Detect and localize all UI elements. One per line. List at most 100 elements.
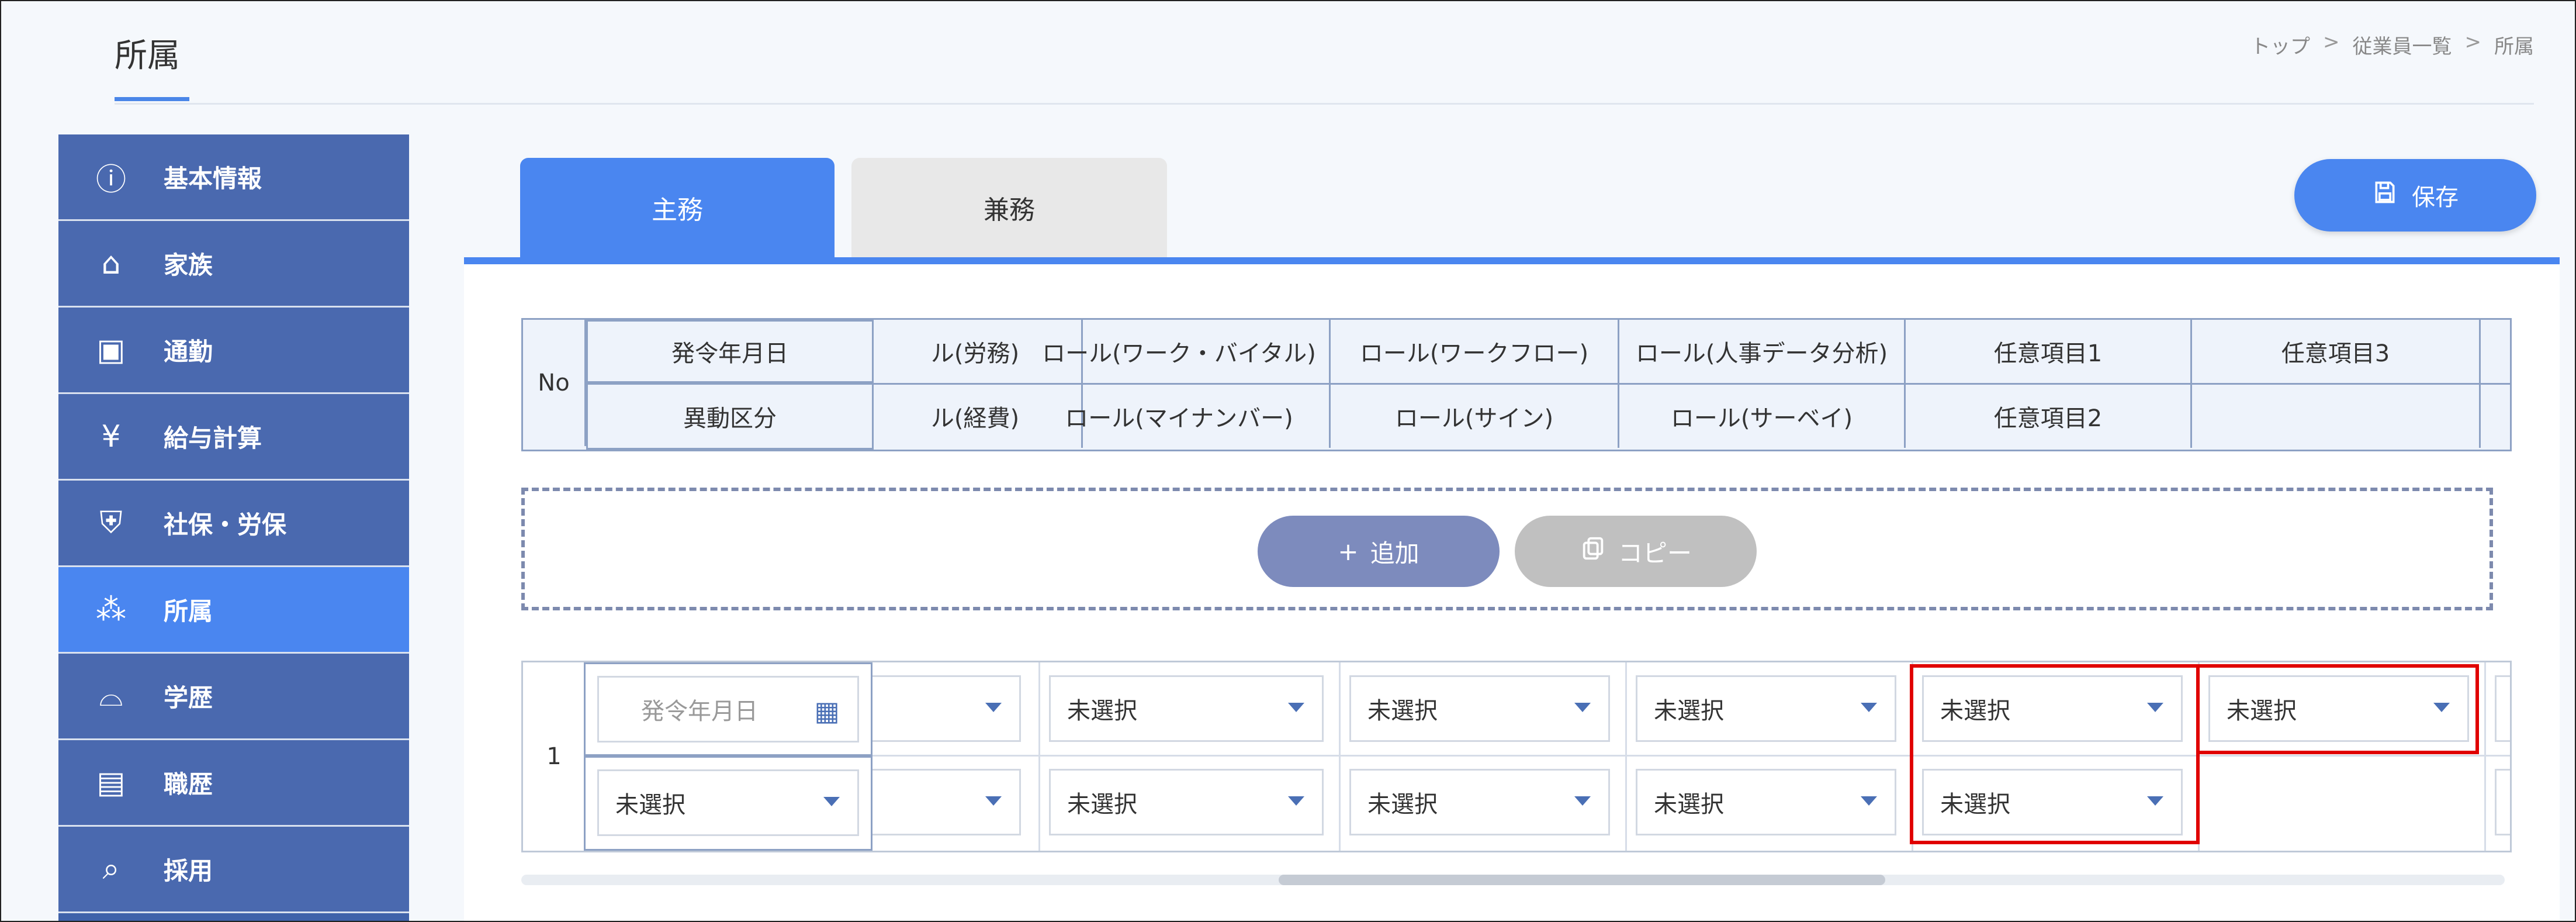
select-value: 未選択 (615, 792, 685, 819)
row-number: 1 (523, 662, 587, 851)
select-value: 未選択 (1367, 697, 1438, 724)
chevron-down-icon (985, 796, 1002, 806)
cell-divider (2484, 662, 2486, 851)
page-title: 所属 (115, 37, 180, 75)
highlight-box-custom-3 (2196, 664, 2479, 754)
sidebar-item-label: 職歴 (164, 770, 213, 799)
plus-icon: + (1338, 537, 1359, 566)
sidebar-item-work-history[interactable]: ▤ 職歴 (58, 740, 409, 827)
next-column-select[interactable] (2495, 675, 2510, 742)
app-frame: 所属 トップ > 従業員一覧 > 所属 ⓘ 基本情報 ⌂ 家族 ▣ 通勤 ¥ 給… (0, 0, 2576, 922)
frozen-cell-transfer-type: 未選択 (584, 756, 872, 851)
sidebar-item-label: 社保・労保 (164, 510, 287, 539)
table-header: No ル(労務) ル(経費) ロール(ワーク・バイタル) ロール(マイナンバー)… (521, 318, 2512, 451)
chevron-down-icon (1861, 796, 1877, 806)
graduation-cap-icon: ⌓ (99, 678, 123, 713)
sidebar-item-affiliation[interactable]: ⁂ 所属 (58, 567, 409, 654)
mynumber-role-select[interactable]: 未選択 (1049, 769, 1324, 835)
breadcrumb-current: 所属 (2494, 35, 2534, 58)
breadcrumb: トップ > 従業員一覧 > 所属 (2250, 30, 2534, 59)
column-header-empty (2192, 385, 2481, 448)
select-value: 未選択 (1367, 791, 1438, 818)
column-header-survey-role: ロール(サーベイ) (1619, 385, 1906, 448)
org-chart-icon: ⁂ (96, 592, 126, 627)
cell-divider (1038, 662, 1040, 851)
frozen-cell-issue-date: 発令年月日 ▦ (584, 662, 872, 756)
cell-divider (1625, 662, 1627, 851)
column-header-workflow-role: ロール(ワークフロー) (1331, 320, 1619, 383)
sidebar-item-label: 家族 (164, 251, 213, 279)
train-icon: ▣ (96, 332, 126, 368)
breadcrumb-top[interactable]: トップ (2250, 30, 2310, 59)
transfer-type-select[interactable]: 未選択 (597, 769, 859, 836)
highlight-box-custom-1-2 (1910, 664, 2200, 844)
column-header-hr-analytics-role: ロール(人事データ分析) (1619, 320, 1906, 383)
row-divider (585, 755, 2510, 757)
column-header-sign-role: ロール(サイン) (1331, 385, 1619, 448)
chevron-down-icon (1861, 703, 1877, 712)
add-row-zone (521, 488, 2493, 610)
workflow-role-select[interactable]: 未選択 (1349, 675, 1610, 742)
chevron-down-icon (1288, 796, 1304, 806)
info-icon: ⓘ (95, 163, 126, 198)
horizontal-scrollbar[interactable] (521, 875, 2505, 885)
add-button[interactable]: + 追加 (1258, 516, 1500, 587)
chevron-down-icon (823, 797, 840, 806)
breadcrumb-separator: > (2464, 30, 2482, 54)
sidebar-item-basic-info[interactable]: ⓘ 基本情報 (58, 134, 409, 221)
column-header-mynumber-role: ロール(マイナンバー) (1029, 385, 1331, 448)
chevron-down-icon (985, 703, 1002, 712)
select-value: 未選択 (1654, 697, 1724, 724)
survey-role-select[interactable]: 未選択 (1636, 769, 1896, 835)
chevron-down-icon (1574, 703, 1591, 712)
sidebar-item-label: 通勤 (164, 337, 213, 366)
next-column-select[interactable] (2495, 769, 2510, 835)
chevron-down-icon (1574, 796, 1591, 806)
column-header-issue-date: 発令年月日 (586, 320, 874, 383)
sidebar-item-label: 学歴 (164, 683, 213, 712)
save-button[interactable]: 保存 (2294, 159, 2536, 232)
cell-divider (1339, 662, 1341, 851)
floppy-disk-icon (2372, 179, 2398, 211)
yen-icon: ¥ (101, 419, 121, 454)
work-vital-role-select[interactable]: 未選択 (1049, 675, 1324, 742)
sidebar-item-payroll[interactable]: ¥ 給与計算 (58, 394, 409, 481)
column-header-custom-1: 任意項目1 (1906, 320, 2192, 383)
sidebar-item-insurance[interactable]: ⛨ 社保・労保 (58, 481, 409, 567)
select-value: 未選択 (1067, 697, 1137, 724)
hr-analytics-role-select[interactable]: 未選択 (1636, 675, 1896, 742)
title-underline (115, 97, 189, 101)
house-icon: ⌂ (101, 246, 121, 281)
sidebar-item-label: 給与計算 (164, 424, 262, 453)
sidebar-item-commute[interactable]: ▣ 通勤 (58, 308, 409, 394)
sidebar: ⓘ 基本情報 ⌂ 家族 ▣ 通勤 ¥ 給与計算 ⛨ 社保・労保 ⁂ 所属 ⌓ 学… (58, 134, 409, 921)
briefcase-icon: ▤ (96, 765, 126, 800)
scrollbar-thumb[interactable] (1279, 875, 1885, 885)
copy-button[interactable]: コピー (1515, 516, 1757, 587)
column-header-no: No (523, 320, 586, 446)
sidebar-item-recruitment[interactable]: ⌕ 採用 (58, 827, 409, 913)
sidebar-item-education[interactable]: ⌓ 学歴 (58, 654, 409, 740)
add-button-label: 追加 (1370, 538, 1419, 568)
sidebar-item-label: 所属 (164, 597, 213, 626)
calendar-icon[interactable]: ▦ (815, 695, 840, 727)
copy-button-label: コピー (1618, 538, 1692, 568)
sign-role-select[interactable]: 未選択 (1349, 769, 1610, 835)
column-header-transfer-type: 異動区分 (586, 383, 874, 450)
tab-main-duty[interactable]: 主務 (520, 158, 835, 257)
magnifier-person-icon: ⌕ (102, 851, 120, 886)
select-value: 未選択 (1654, 791, 1724, 818)
breadcrumb-employee-list[interactable]: 従業員一覧 (2353, 30, 2452, 59)
issue-date-input[interactable]: 発令年月日 ▦ (597, 676, 859, 743)
chevron-down-icon (1288, 703, 1304, 712)
sidebar-item-label: 基本情報 (164, 164, 262, 193)
select-value: 未選択 (1067, 791, 1137, 818)
insurance-icon: ⛨ (99, 505, 123, 540)
column-header-custom-2: 任意項目2 (1906, 385, 2192, 448)
sidebar-item-family[interactable]: ⌂ 家族 (58, 221, 409, 308)
breadcrumb-separator: > (2323, 30, 2340, 54)
save-button-label: 保存 (2412, 184, 2459, 211)
sidebar-item-label: 採用 (164, 857, 213, 885)
tab-concurrent-duty[interactable]: 兼務 (851, 158, 1167, 257)
header-divider (115, 103, 2534, 105)
